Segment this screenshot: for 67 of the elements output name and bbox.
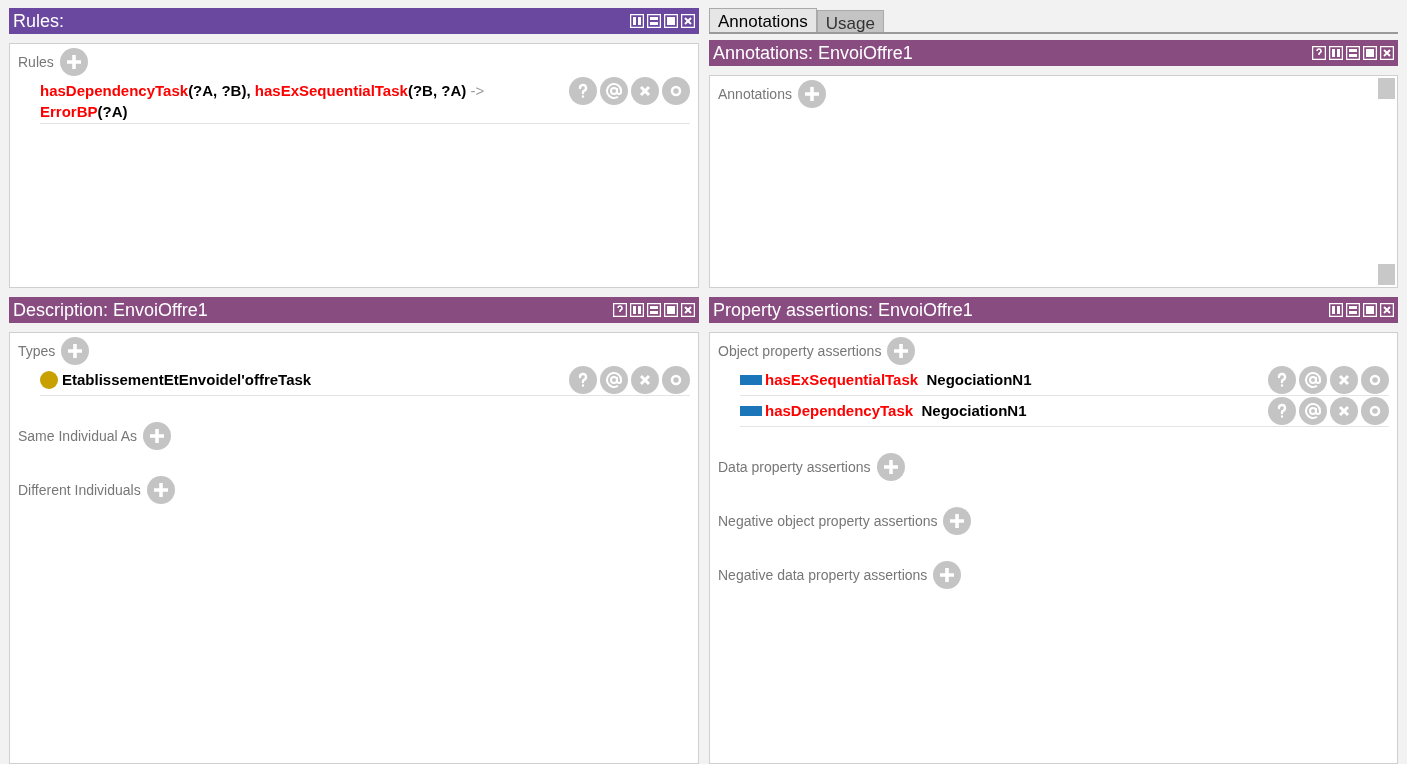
maximize-icon[interactable] [664,14,678,28]
property-icon [740,374,762,385]
split-horizontal-icon[interactable] [647,303,661,317]
help-button[interactable] [1268,366,1296,394]
section-label: Types [18,341,56,361]
tab[interactable]: Usage [816,10,884,32]
delete-button[interactable] [1330,366,1358,394]
section-label: Negative object property assertions [718,511,938,531]
help-button[interactable] [1268,397,1296,425]
edit-button[interactable] [1361,397,1389,425]
annotate-button[interactable] [600,77,628,105]
add-button[interactable] [933,561,962,589]
add-button[interactable] [876,453,905,481]
help-button[interactable] [569,366,597,394]
item-text[interactable]: hasDependencyTask NegociationN1 [765,400,1027,421]
scrollbar-thumb[interactable] [1378,264,1395,285]
annotate-button[interactable] [1299,397,1327,425]
split-vertical-icon[interactable] [630,14,644,28]
split-horizontal-icon[interactable] [1346,303,1360,317]
panel-title: Description: EnvoiOffre1 [13,298,208,322]
add-button[interactable] [943,507,972,535]
panel-title: Rules: [13,9,65,33]
edit-button[interactable] [662,366,690,394]
edit-button[interactable] [662,77,690,105]
scrollbar-thumb[interactable] [1378,78,1395,99]
section-label: Annotations [718,84,792,104]
close-icon[interactable] [1380,46,1394,60]
split-vertical-icon[interactable] [630,303,644,317]
maximize-icon[interactable] [1363,46,1377,60]
close-icon[interactable] [681,14,695,28]
item-text[interactable]: hasDependencyTask(?A, ?B), hasExSequentialTask(?B, ?A) -> ErrorBP(?A) [40,80,540,122]
add-button[interactable] [143,422,172,450]
delete-button[interactable] [1330,397,1358,425]
annotate-button[interactable] [1299,366,1327,394]
class-icon [40,370,58,389]
panel-title: Property assertions: EnvoiOffre1 [713,298,973,322]
add-button[interactable] [887,337,916,365]
add-button[interactable] [797,80,826,108]
add-button[interactable] [61,337,90,365]
edit-button[interactable] [1361,366,1389,394]
help-button[interactable] [569,77,597,105]
panel-title: Annotations: EnvoiOffre1 [713,41,913,65]
close-icon[interactable] [1380,303,1394,317]
maximize-icon[interactable] [1363,303,1377,317]
delete-button[interactable] [631,77,659,105]
section-label: Data property assertions [718,457,871,477]
add-button[interactable] [146,476,175,504]
section-label: Same Individual As [18,426,138,446]
annotate-button[interactable] [600,366,628,394]
add-button[interactable] [59,48,88,76]
tab[interactable]: Annotations [709,8,817,32]
split-vertical-icon[interactable] [1329,303,1343,317]
maximize-icon[interactable] [664,303,678,317]
delete-button[interactable] [631,366,659,394]
property-icon [740,405,762,416]
section-label: Rules [18,52,54,72]
help-icon[interactable] [613,303,627,317]
split-vertical-icon[interactable] [1329,46,1343,60]
help-icon[interactable] [1312,46,1326,60]
section-label: Negative data property assertions [718,565,928,585]
section-label: Different Individuals [18,480,141,500]
section-label: Object property assertions [718,341,882,361]
item-text[interactable]: hasExSequentialTask NegociationN1 [765,369,1032,390]
split-horizontal-icon[interactable] [647,14,661,28]
split-horizontal-icon[interactable] [1346,46,1360,60]
item-text[interactable]: EtablissementEtEnvoidel'offreTask [62,369,312,390]
close-icon[interactable] [681,303,695,317]
